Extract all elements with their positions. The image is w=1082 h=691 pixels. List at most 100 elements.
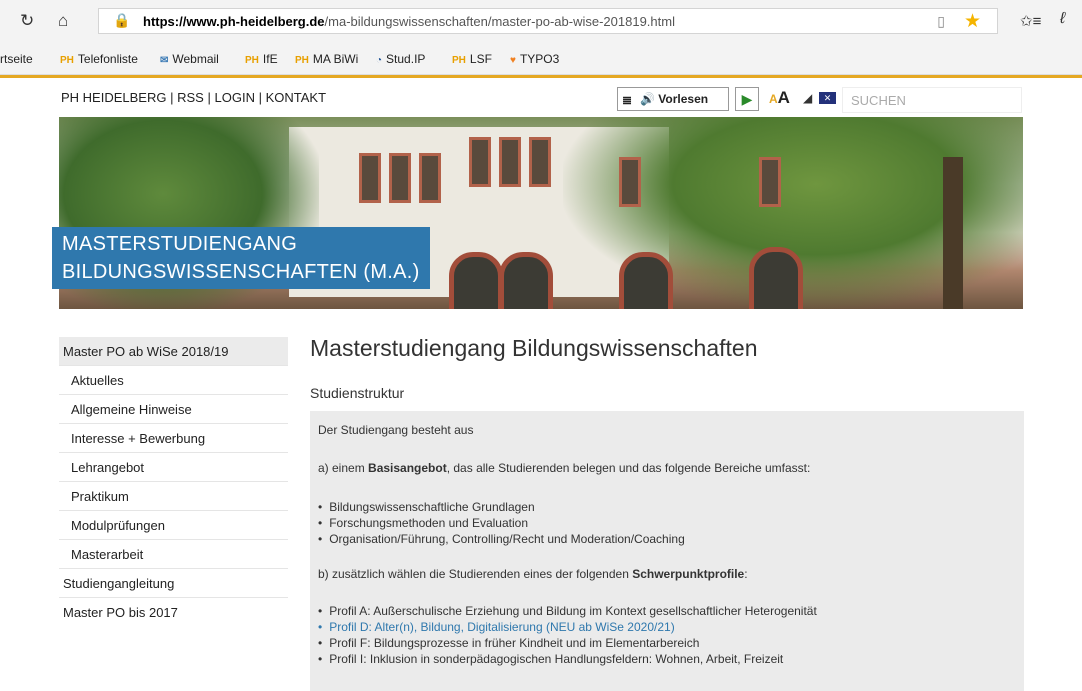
profile-a: Profil A: Außerschulische Erziehung und … — [318, 603, 817, 619]
window — [499, 137, 521, 187]
section-title: Studienstruktur — [310, 385, 405, 401]
sidebar-item-praktikum[interactable]: Praktikum — [59, 482, 288, 511]
url-host: https://www.ph-heidelberg.de — [143, 14, 325, 29]
separator: | — [207, 90, 211, 105]
hero-title: MASTERSTUDIENGANG BILDUNGSWISSENSCHAFTEN… — [52, 227, 430, 289]
favorite-startseite[interactable]: rtseite — [0, 52, 33, 66]
vorlesen-text: Vorlesen — [658, 92, 709, 106]
sidebar-nav: Master PO ab WiSe 2018/19 Aktuelles Allg… — [59, 337, 288, 627]
basis-bold: Basisangebot — [368, 461, 447, 475]
favorite-star-icon[interactable]: ★ — [964, 10, 981, 33]
window — [419, 153, 441, 203]
separator: | — [258, 90, 262, 105]
profile-d-link[interactable]: Profil D: Alter(n), Bildung, Digitalisie… — [318, 619, 817, 635]
arched-window — [749, 247, 803, 309]
menu-icon: ≣ — [622, 93, 633, 107]
basis-post: , das alle Studierenden belegen und das … — [446, 461, 811, 475]
link-rss[interactable]: RSS — [177, 90, 204, 105]
main-content: Masterstudiengang Bildungswissenschaften… — [310, 335, 1024, 691]
sidebar-item-studiengangleitung[interactable]: Studiengangleitung — [59, 569, 288, 598]
favorite-label: IfE — [262, 52, 278, 66]
browser-toolbar: ↻ ⌂ 🔒 https://www.ph-heidelberg.de/ma-bi… — [0, 0, 1082, 45]
favorite-ma-biwi[interactable]: PH MA BiWi — [295, 52, 358, 66]
sidebar-item-master-po-ab-wise[interactable]: Master PO ab WiSe 2018/19 — [59, 337, 288, 366]
pen-icon[interactable]: ℓ — [1060, 10, 1065, 28]
favorite-label: Webmail — [172, 52, 219, 66]
window — [619, 157, 641, 207]
favorite-label: MA BiWi — [312, 52, 359, 66]
font-size-small: A — [769, 92, 778, 106]
arched-window — [499, 252, 553, 309]
vorlesen-label: 🔊 Vorlesen — [640, 92, 709, 106]
sidebar-item-master-po-bis-2017[interactable]: Master PO bis 2017 — [59, 598, 288, 627]
favorite-typo3[interactable]: ♥ TYPO3 — [510, 52, 559, 66]
sidebar-item-aktuelles[interactable]: Aktuelles — [59, 366, 288, 395]
address-bar[interactable]: 🔒 https://www.ph-heidelberg.de/ma-bildun… — [98, 8, 998, 34]
window — [389, 153, 411, 203]
hero-title-line1: MASTERSTUDIENGANG — [62, 233, 298, 255]
home-icon[interactable]: ⌂ — [58, 11, 68, 31]
list-item: Forschungsmethoden und Evaluation — [318, 515, 685, 531]
vorlesen-button[interactable]: ≣ 🔊 Vorlesen — [617, 87, 729, 111]
basis-list: Bildungswissenschaftliche Grundlagen For… — [318, 499, 685, 547]
profile-list: Profil A: Außerschulische Erziehung und … — [318, 603, 817, 667]
list-item: Bildungswissenschaftliche Grundlagen — [318, 499, 685, 515]
ph-logo-icon: PH — [452, 55, 466, 66]
url-text: https://www.ph-heidelberg.de/ma-bildungs… — [143, 14, 675, 29]
window — [759, 157, 781, 207]
font-size-button[interactable]: AA — [769, 88, 790, 108]
play-icon[interactable]: ▶ — [735, 87, 759, 111]
structure-box: Der Studiengang besteht aus a) einem Bas… — [310, 411, 1024, 691]
sidebar-item-modulpruefungen[interactable]: Modulprüfungen — [59, 511, 288, 540]
url-path: /ma-bildungswissenschaften/master-po-ab-… — [324, 14, 675, 29]
profile-f: Profil F: Bildungsprozesse in früher Kin… — [318, 635, 817, 651]
top-links: PH HEIDELBERG | RSS | LOGIN | KONTAKT — [61, 90, 326, 105]
basis-pre: a) einem — [318, 461, 369, 475]
favorite-lsf[interactable]: PH LSF — [452, 52, 492, 66]
page-title: Masterstudiengang Bildungswissenschaften — [310, 335, 758, 361]
favorite-webmail[interactable]: ✉ Webmail — [160, 52, 219, 66]
link-ph-heidelberg[interactable]: PH HEIDELBERG — [61, 90, 166, 105]
favorite-label: LSF — [469, 52, 492, 66]
profile-post: : — [744, 567, 748, 581]
window — [529, 137, 551, 187]
hero-title-line2: BILDUNGSWISSENSCHAFTEN (M.A.) — [62, 261, 420, 283]
arched-window — [449, 252, 503, 309]
ph-logo-icon: PH — [60, 55, 74, 66]
link-login[interactable]: LOGIN — [215, 90, 255, 105]
list-item: Organisation/Führung, Controlling/Recht … — [318, 531, 685, 547]
sidebar-item-allgemeine-hinweise[interactable]: Allgemeine Hinweise — [59, 395, 288, 424]
contrast-icon[interactable]: ◢ — [803, 91, 812, 105]
sidebar-item-interesse-bewerbung[interactable]: Interesse + Bewerbung — [59, 424, 288, 453]
font-size-large: A — [777, 88, 790, 107]
tree-trunk — [943, 157, 963, 309]
link-kontakt[interactable]: KONTAKT — [266, 90, 326, 105]
sidebar-item-lehrangebot[interactable]: Lehrangebot — [59, 453, 288, 482]
english-flag-icon[interactable]: ✕ — [819, 92, 836, 104]
favorite-label: Stud.IP — [386, 52, 426, 66]
studip-icon: ◔ — [376, 55, 383, 66]
favorite-telefonliste[interactable]: PH Telefonliste — [60, 52, 138, 66]
profile-pre: b) zusätzlich wählen die Studierenden ei… — [318, 567, 633, 581]
ph-logo-icon: PH — [245, 55, 259, 66]
favorites-hub-icon[interactable]: ✩≡ — [1020, 12, 1041, 30]
favorite-label: rtseite — [0, 52, 33, 66]
intro-text: Der Studiengang besteht aus — [318, 423, 474, 437]
favorite-label: TYPO3 — [519, 52, 560, 66]
favorites-bar: rtseite PH Telefonliste ✉ Webmail PH IfE PH… — [0, 44, 1082, 75]
sidebar-item-masterarbeit[interactable]: Masterarbeit — [59, 540, 288, 569]
profile-paragraph: b) zusätzlich wählen die Studierenden ei… — [318, 567, 748, 581]
favorite-studip[interactable]: ◔ Stud.IP — [376, 52, 425, 66]
window — [469, 137, 491, 187]
ph-logo-icon: PH — [295, 55, 309, 66]
typo3-icon: ♥ — [510, 55, 516, 66]
reload-icon[interactable]: ↻ — [20, 11, 34, 31]
mail-icon: ✉ — [160, 55, 169, 66]
basis-paragraph: a) einem Basisangebot, das alle Studiere… — [318, 461, 810, 475]
search-placeholder: SUCHEN — [851, 93, 906, 108]
search-input[interactable]: SUCHEN — [842, 87, 1022, 113]
arched-window — [619, 252, 673, 309]
favorite-label: Telefonliste — [77, 52, 138, 66]
favorite-ife[interactable]: PH IfE — [245, 52, 278, 66]
reading-view-icon[interactable]: ▯ — [937, 13, 945, 30]
